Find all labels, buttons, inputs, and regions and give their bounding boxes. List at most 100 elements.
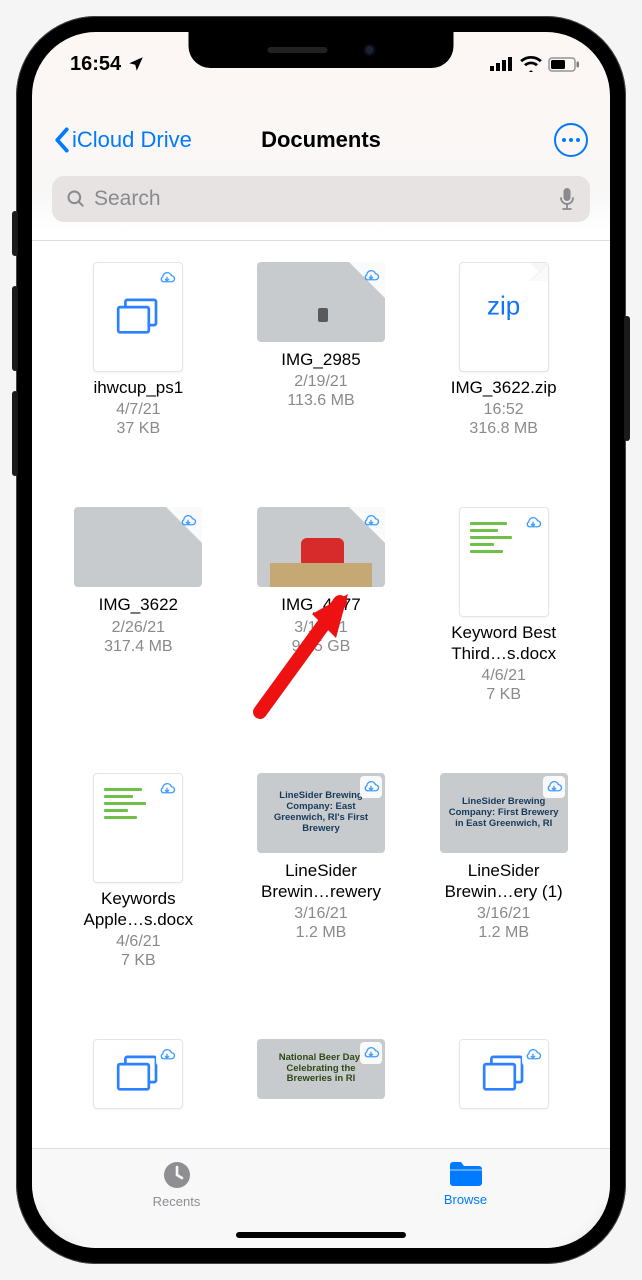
file-date: 3/10/21 bbox=[294, 619, 347, 637]
file-size: 37 KB bbox=[117, 420, 161, 438]
file-name: LineSider bbox=[468, 861, 540, 881]
cloud-download-icon bbox=[360, 1042, 382, 1064]
file-name: LineSider bbox=[285, 861, 357, 881]
back-label: iCloud Drive bbox=[72, 127, 192, 153]
file-size: 316.8 MB bbox=[469, 420, 537, 438]
chevron-left-icon bbox=[54, 127, 70, 153]
cloud-download-icon bbox=[522, 1044, 544, 1066]
search-field[interactable] bbox=[52, 176, 590, 222]
cloud-download-icon bbox=[156, 267, 178, 289]
file-name-line2: Brewin…ery (1) bbox=[445, 882, 563, 902]
divider bbox=[32, 240, 610, 241]
file-thumbnail: zip bbox=[459, 262, 549, 372]
file-date: 3/16/21 bbox=[294, 905, 347, 923]
volume-down-button bbox=[12, 391, 18, 476]
file-thumbnail: LineSider Brewing Company: East Greenwic… bbox=[257, 773, 385, 853]
cellular-icon bbox=[490, 57, 514, 71]
file-date: 2/19/21 bbox=[294, 373, 347, 391]
file-item[interactable]: IMG_3622 2/26/21 317.4 MB bbox=[54, 507, 223, 737]
file-size: 1.2 MB bbox=[296, 924, 347, 942]
cloud-download-icon bbox=[156, 778, 178, 800]
stack-icon bbox=[111, 294, 165, 340]
file-thumbnail bbox=[93, 262, 183, 372]
file-thumbnail bbox=[93, 1039, 183, 1109]
search-icon bbox=[66, 189, 86, 209]
file-item[interactable]: Keyword Best Third…s.docx 4/6/21 7 KB bbox=[419, 507, 588, 737]
tab-label: Browse bbox=[444, 1192, 487, 1207]
file-thumbnail bbox=[459, 507, 549, 617]
file-name: IMG_2985 bbox=[281, 350, 360, 370]
status-time: 16:54 bbox=[70, 53, 121, 76]
file-item[interactable]: IMG_4477 3/10/21 9.15 GB bbox=[237, 507, 406, 737]
notch bbox=[189, 32, 454, 68]
cloud-download-icon bbox=[360, 510, 382, 532]
file-size: 317.4 MB bbox=[104, 638, 172, 656]
file-name-line2: Third…s.docx bbox=[451, 644, 556, 664]
cloud-download-icon bbox=[177, 510, 199, 532]
file-item[interactable] bbox=[54, 1039, 223, 1148]
ellipsis-icon bbox=[562, 138, 580, 142]
file-name: IMG_3622.zip bbox=[451, 378, 557, 398]
file-thumbnail bbox=[74, 507, 202, 587]
file-size: 1.2 MB bbox=[478, 924, 529, 942]
phone-frame: 16:54 iCloud Drive Documents bbox=[16, 16, 626, 1264]
file-thumbnail bbox=[93, 773, 183, 883]
file-item[interactable]: zip IMG_3622.zip 16:52 316.8 MB bbox=[419, 262, 588, 471]
more-button[interactable] bbox=[554, 123, 588, 157]
battery-icon bbox=[548, 57, 580, 72]
wifi-icon bbox=[520, 56, 542, 72]
file-name: IMG_3622 bbox=[99, 595, 178, 615]
file-grid: ihwcup_ps1 4/7/21 37 KB IMG_2985 2/19/21… bbox=[32, 252, 610, 1148]
file-thumbnail bbox=[459, 1039, 549, 1109]
nav-bar: iCloud Drive Documents bbox=[32, 112, 610, 168]
cloud-download-icon bbox=[156, 1044, 178, 1066]
file-name: ihwcup_ps1 bbox=[93, 378, 183, 398]
tab-label: Recents bbox=[153, 1194, 201, 1209]
file-date: 4/7/21 bbox=[116, 401, 160, 419]
page-title: Documents bbox=[261, 127, 381, 153]
file-date: 4/6/21 bbox=[116, 933, 160, 951]
file-item[interactable]: LineSider Brewing Company: First Brewery… bbox=[419, 773, 588, 1003]
thumbnail-text: LineSider Brewing Company: First Brewery… bbox=[446, 797, 562, 830]
mute-switch bbox=[12, 211, 18, 256]
file-size: 9.15 GB bbox=[292, 638, 351, 656]
file-name: Keyword Best bbox=[451, 623, 556, 643]
file-date: 4/6/21 bbox=[481, 667, 525, 685]
volume-up-button bbox=[12, 286, 18, 371]
file-date: 16:52 bbox=[484, 401, 524, 419]
dictation-icon[interactable] bbox=[558, 187, 576, 211]
clock-icon bbox=[161, 1159, 193, 1191]
cloud-download-icon bbox=[522, 512, 544, 534]
cloud-download-icon bbox=[543, 776, 565, 798]
folder-icon bbox=[447, 1159, 485, 1189]
cloud-download-icon bbox=[360, 776, 382, 798]
location-icon bbox=[127, 55, 145, 73]
file-size: 7 KB bbox=[121, 952, 156, 970]
power-button bbox=[624, 316, 630, 441]
back-button[interactable]: iCloud Drive bbox=[54, 127, 192, 153]
cloud-download-icon bbox=[360, 265, 382, 287]
file-item[interactable]: National Beer Day: Celebrating the Brewe… bbox=[237, 1039, 406, 1148]
file-name: IMG_4477 bbox=[281, 595, 360, 615]
file-thumbnail bbox=[257, 507, 385, 587]
file-item[interactable]: Keywords Apple…s.docx 4/6/21 7 KB bbox=[54, 773, 223, 1003]
file-item[interactable] bbox=[419, 1039, 588, 1148]
screen: 16:54 iCloud Drive Documents bbox=[32, 32, 610, 1248]
file-thumbnail: LineSider Brewing Company: First Brewery… bbox=[440, 773, 568, 853]
file-item[interactable]: LineSider Brewing Company: East Greenwic… bbox=[237, 773, 406, 1003]
file-size: 7 KB bbox=[486, 686, 521, 704]
file-thumbnail: National Beer Day: Celebrating the Brewe… bbox=[257, 1039, 385, 1099]
search-input[interactable] bbox=[94, 187, 550, 211]
zip-label: zip bbox=[487, 291, 520, 322]
thumbnail-text: LineSider Brewing Company: East Greenwic… bbox=[263, 791, 379, 835]
home-indicator[interactable] bbox=[236, 1232, 406, 1238]
file-item[interactable]: IMG_2985 2/19/21 113.6 MB bbox=[237, 262, 406, 471]
file-date: 3/16/21 bbox=[477, 905, 530, 923]
file-thumbnail bbox=[257, 262, 385, 342]
file-name-line2: Apple…s.docx bbox=[84, 910, 194, 930]
file-size: 113.6 MB bbox=[287, 392, 354, 410]
file-name: Keywords bbox=[101, 889, 176, 909]
file-date: 2/26/21 bbox=[112, 619, 165, 637]
file-item[interactable]: ihwcup_ps1 4/7/21 37 KB bbox=[54, 262, 223, 471]
file-name-line2: Brewin…rewery bbox=[261, 882, 381, 902]
